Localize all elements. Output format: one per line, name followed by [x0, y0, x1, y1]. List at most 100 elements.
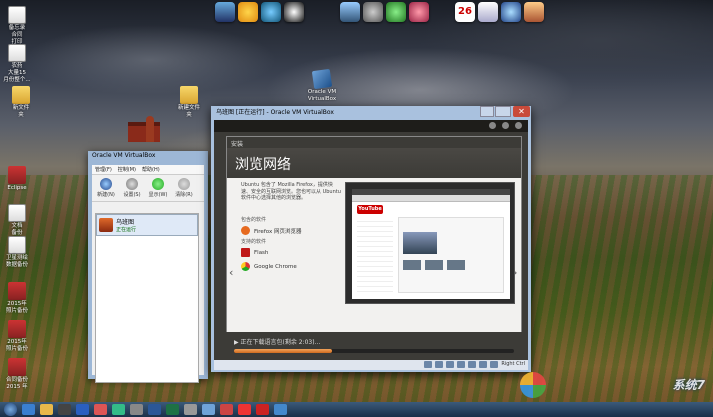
included-software-label: 包含的软件	[241, 217, 267, 223]
youtube-sidebar	[357, 217, 393, 293]
virtualbox-icon[interactable]	[202, 404, 215, 415]
virtualbox-icon	[311, 68, 333, 90]
desktop-icon[interactable]: 备忘录 合同 打印	[0, 6, 34, 46]
excel-icon[interactable]	[166, 404, 179, 415]
installer-section: 安装	[227, 137, 521, 148]
settings-button[interactable]: 设置(S)	[121, 178, 143, 198]
youtube-logo: YouTube	[357, 205, 383, 214]
desktop-icon[interactable]: Eclipse	[0, 166, 34, 192]
new-icon	[100, 178, 112, 190]
chrome-icon	[241, 262, 250, 271]
installer-body: Ubuntu 包含了 Mozilla Firefox，提供快速、安全的互联网浏览…	[227, 178, 521, 332]
close-button[interactable]: ✕	[513, 106, 530, 117]
desktop-icon[interactable]: 卫星测绘 数据备份	[0, 236, 34, 269]
host-key-label: Right Ctrl	[501, 361, 525, 367]
firefox-icon	[241, 226, 250, 235]
globe-icon[interactable]	[501, 2, 521, 22]
document-icon	[8, 44, 26, 62]
start-button[interactable]	[4, 403, 17, 416]
discard-button[interactable]: 清除(R)	[173, 178, 195, 198]
app-icon	[8, 282, 26, 300]
media-icon[interactable]	[409, 2, 429, 22]
monitor-icon[interactable]	[215, 2, 235, 22]
media-player-icon[interactable]	[58, 404, 71, 415]
shared-folder-icon[interactable]	[468, 361, 477, 368]
browser-screenshot: YouTube	[345, 182, 515, 304]
photoshop-icon[interactable]	[76, 404, 89, 415]
vm-name: 乌班图	[116, 219, 135, 226]
photo-icon[interactable]	[524, 2, 544, 22]
install-progress: ▶ 正在下载语言包(剩余 2:03)...	[226, 334, 522, 358]
display-icon[interactable]	[479, 361, 488, 368]
vm-list-item[interactable]: 乌班图 正在运行	[96, 214, 198, 236]
desktop-icon[interactable]: 新文件夹	[4, 86, 38, 119]
app-icon[interactable]	[94, 404, 107, 415]
ie-icon[interactable]	[261, 2, 281, 22]
flash-option: Flash	[241, 248, 268, 257]
maximize-button[interactable]	[495, 106, 511, 117]
network-icon[interactable]	[340, 2, 360, 22]
menu-machine[interactable]: 控制(M)	[118, 166, 136, 173]
weather-icon[interactable]	[238, 2, 258, 22]
guest-screen[interactable]: 安装 浏览网络 Ubuntu 包含了 Mozilla Firefox，提供快速、…	[214, 120, 528, 360]
menu-help[interactable]: 帮助(H)	[142, 166, 160, 173]
desktop-icon[interactable]: 新建文件夹	[172, 86, 206, 119]
manager-title: Oracle VM VirtualBox	[92, 152, 156, 159]
ie-icon[interactable]	[22, 404, 35, 415]
cd-icon[interactable]	[435, 361, 444, 368]
chat-icon[interactable]	[386, 2, 406, 22]
desktop-icon[interactable]: 文档 备份	[0, 204, 34, 237]
barn-image	[128, 122, 160, 142]
gear-icon[interactable]	[363, 2, 383, 22]
desktop-icon[interactable]: 2015年 照片备份	[0, 282, 34, 315]
usb-icon[interactable]	[446, 361, 455, 368]
firefox-option: Firefox 网页浏览器	[241, 226, 301, 235]
document-icon	[8, 204, 26, 222]
firefox-window-image: YouTube	[352, 189, 510, 299]
installer-window: 安装 浏览网络 Ubuntu 包含了 Mozilla Firefox，提供快速、…	[226, 136, 522, 332]
flash-icon	[241, 248, 250, 257]
document-icon	[8, 236, 26, 254]
chevron-left-icon[interactable]: ‹	[229, 266, 233, 279]
app-icon[interactable]	[220, 404, 233, 415]
minimize-button[interactable]	[480, 106, 494, 117]
qq-icon[interactable]	[284, 2, 304, 22]
app-icon[interactable]	[238, 404, 251, 415]
calendar-icon[interactable]: 26	[455, 2, 475, 22]
hdd-icon[interactable]	[424, 361, 433, 368]
explorer-icon[interactable]	[40, 404, 53, 415]
desktop-icon[interactable]: 农药 大量15 月份整个...	[0, 44, 34, 84]
mouse-icon[interactable]	[490, 361, 499, 368]
vm-state: 正在运行	[116, 227, 137, 233]
app-icon[interactable]	[274, 404, 287, 415]
menu-bar: 管理(F) 控制(M) 帮助(H)	[92, 165, 204, 175]
new-button[interactable]: 新建(N)	[95, 178, 117, 198]
top-dock: 26	[215, 0, 544, 24]
desktop-icon-virtualbox[interactable]: Oracle VM VirtualBox	[302, 68, 342, 103]
network-icon[interactable]	[457, 361, 466, 368]
installer-description: Ubuntu 包含了 Mozilla Firefox，提供快速、安全的互联网浏览…	[241, 182, 341, 201]
notes-icon[interactable]	[478, 2, 498, 22]
vm-list: 乌班图 正在运行	[95, 213, 199, 383]
progress-fill	[234, 349, 332, 353]
youtube-main	[398, 217, 504, 293]
windows-logo-watermark	[520, 372, 546, 398]
vm-window: 安装 浏览网络 Ubuntu 包含了 Mozilla Firefox，提供快速、…	[211, 106, 531, 372]
document-icon	[8, 6, 26, 24]
menu-file[interactable]: 管理(F)	[95, 166, 112, 173]
word-icon[interactable]	[148, 404, 161, 415]
vm-status-bar: Right Ctrl	[214, 360, 528, 370]
folder-icon	[180, 86, 198, 104]
desktop-icon[interactable]: 2015年 照片备份	[0, 320, 34, 353]
discard-icon	[178, 178, 190, 190]
taskbar	[0, 402, 713, 417]
app-icon[interactable]	[256, 404, 269, 415]
show-button[interactable]: 显示(W)	[147, 178, 169, 198]
app-icon	[8, 166, 26, 184]
chrome-option: Google Chrome	[241, 262, 297, 271]
app-icon[interactable]	[130, 404, 143, 415]
app-icon[interactable]	[184, 404, 197, 415]
silo-image	[146, 116, 154, 142]
desktop-icon[interactable]: 合同备份 2015 年	[0, 358, 34, 391]
app-icon[interactable]	[112, 404, 125, 415]
